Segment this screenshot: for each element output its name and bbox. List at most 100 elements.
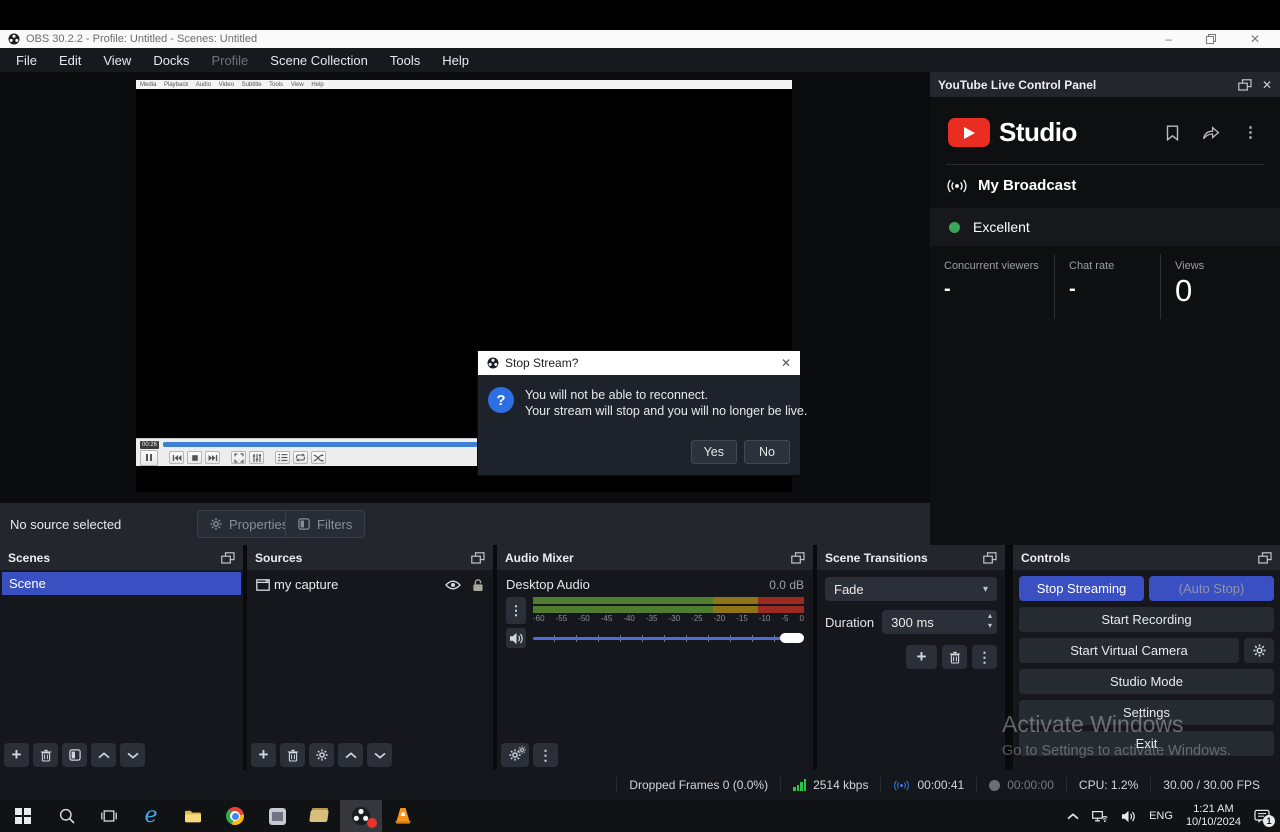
menu-view[interactable]: View — [92, 48, 142, 72]
spin-up-icon[interactable]: ▴ — [988, 611, 992, 621]
studio-mode-button[interactable]: Studio Mode — [1019, 669, 1274, 694]
youtube-live-control-panel: YouTube Live Control Panel ✕ Studio ⋮ My… — [930, 72, 1280, 545]
vlc-time-label: 00:26 — [140, 441, 159, 449]
add-source-button[interactable]: + — [251, 743, 276, 767]
remove-transition-button[interactable] — [942, 645, 967, 669]
popout-icon[interactable] — [221, 552, 235, 564]
yes-button[interactable]: Yes — [691, 440, 737, 464]
menu-scene-collection[interactable]: Scene Collection — [259, 48, 379, 72]
gear-icon — [316, 749, 328, 761]
menu-help[interactable]: Help — [431, 48, 480, 72]
no-button[interactable]: No — [744, 440, 790, 464]
scene-filters-button[interactable] — [62, 743, 87, 767]
advanced-audio-button[interactable] — [501, 743, 529, 767]
dialog-close-icon[interactable]: ✕ — [781, 356, 791, 370]
cpu-status: CPU: 1.2% — [1066, 777, 1150, 793]
virtual-camera-settings-button[interactable] — [1244, 638, 1274, 663]
close-button[interactable]: ✕ — [1250, 33, 1260, 45]
restore-button[interactable] — [1206, 34, 1216, 44]
volume-icon[interactable] — [1121, 810, 1136, 823]
streaming-icon — [893, 780, 910, 791]
clock[interactable]: 1:21 AM 10/10/2024 — [1186, 803, 1241, 829]
start-virtual-camera-button[interactable]: Start Virtual Camera — [1019, 638, 1239, 663]
task-view-button[interactable] — [88, 800, 130, 832]
stop-streaming-button[interactable]: Stop Streaming — [1019, 576, 1144, 601]
network-icon[interactable] — [1092, 810, 1108, 823]
popout-icon[interactable] — [791, 552, 805, 564]
duration-spinbox[interactable]: 300 ms ▴ ▾ — [882, 610, 997, 634]
volume-slider[interactable] — [533, 632, 804, 644]
popout-icon[interactable] — [1258, 552, 1272, 564]
remove-scene-button[interactable] — [33, 743, 58, 767]
menu-profile[interactable]: Profile — [200, 48, 259, 72]
lock-icon[interactable] — [472, 578, 484, 592]
speaker-icon — [509, 632, 524, 645]
popout-icon[interactable] — [471, 552, 485, 564]
menu-bar: File Edit View Docks Profile Scene Colle… — [0, 48, 1280, 72]
remove-source-button[interactable] — [280, 743, 305, 767]
tray-chevron-icon[interactable] — [1067, 813, 1079, 820]
vlc-playlist-icon — [275, 451, 290, 464]
slider-handle[interactable] — [780, 633, 804, 643]
spin-down-icon[interactable]: ▾ — [988, 621, 992, 631]
menu-edit[interactable]: Edit — [48, 48, 92, 72]
transition-select[interactable]: Fade ▾ — [825, 577, 997, 601]
vlc-stop-icon — [187, 451, 202, 464]
spin-arrows: ▴ ▾ — [988, 611, 992, 631]
file-explorer-button[interactable] — [172, 800, 214, 832]
mute-button[interactable] — [506, 628, 526, 648]
menu-file[interactable]: File — [5, 48, 48, 72]
chevron-down-icon — [374, 752, 386, 759]
scene-list-item[interactable]: Scene — [2, 572, 241, 595]
settings-button[interactable]: Settings — [1019, 700, 1274, 725]
notes-app-button[interactable] — [298, 800, 340, 832]
chrome-icon — [226, 807, 244, 825]
move-source-down-button[interactable] — [367, 743, 392, 767]
menu-docks[interactable]: Docks — [142, 48, 200, 72]
close-icon[interactable]: ✕ — [1262, 79, 1272, 91]
docks-area: Scenes Scene + Sources my capture — [0, 545, 1280, 770]
source-properties-button[interactable] — [309, 743, 334, 767]
move-scene-up-button[interactable] — [91, 743, 116, 767]
exit-button[interactable]: Exit — [1019, 731, 1274, 756]
obs-taskbar-button[interactable] — [340, 800, 382, 832]
minimize-button[interactable]: – — [1165, 33, 1172, 45]
vlc-taskbar-button[interactable] — [382, 800, 424, 832]
window-title: OBS 30.2.2 - Profile: Untitled - Scenes:… — [26, 33, 257, 45]
stat-label: Concurrent viewers — [944, 260, 1040, 272]
auto-stop-button[interactable]: (Auto Stop) — [1149, 576, 1274, 601]
media-app-button[interactable] — [256, 800, 298, 832]
stream-timer-status: 00:00:41 — [880, 777, 976, 793]
popout-icon[interactable] — [983, 552, 997, 564]
bookmark-icon[interactable] — [1166, 125, 1179, 141]
signal-bars-icon — [793, 779, 806, 791]
source-list-item[interactable]: my capture — [247, 572, 493, 597]
share-icon[interactable] — [1202, 126, 1220, 140]
language-indicator[interactable]: ENG — [1149, 810, 1173, 822]
filters-button[interactable]: Filters — [285, 510, 365, 538]
eye-icon[interactable] — [445, 580, 461, 590]
fps-status: 30.00 / 30.00 FPS — [1150, 777, 1272, 793]
move-source-up-button[interactable] — [338, 743, 363, 767]
filters-label: Filters — [317, 517, 352, 532]
chrome-button[interactable] — [214, 800, 256, 832]
duration-label: Duration — [825, 615, 874, 630]
gear-icon — [210, 518, 222, 530]
kebab-menu-icon[interactable]: ⋮ — [1243, 125, 1258, 140]
start-recording-button[interactable]: Start Recording — [1019, 607, 1274, 632]
menu-tools[interactable]: Tools — [379, 48, 431, 72]
channel-kebab-button[interactable]: ⋮ — [506, 597, 526, 624]
transition-kebab-button[interactable]: ⋮ — [972, 645, 997, 669]
move-scene-down-button[interactable] — [120, 743, 145, 767]
controls-dock: Controls Stop Streaming (Auto Stop) Star… — [1013, 545, 1280, 770]
vlc-seek-progress — [163, 442, 507, 447]
start-button[interactable] — [0, 800, 46, 832]
taskbar-search-button[interactable] — [46, 800, 88, 832]
internet-explorer-button[interactable]: e — [130, 800, 172, 832]
mixer-kebab-button[interactable]: ⋮ — [533, 743, 558, 767]
scenes-dock: Scenes Scene + — [0, 545, 243, 770]
action-center-button[interactable]: 1 — [1254, 809, 1270, 824]
add-scene-button[interactable]: + — [4, 743, 29, 767]
popout-icon[interactable] — [1238, 79, 1252, 91]
add-transition-button[interactable]: + — [906, 645, 937, 669]
